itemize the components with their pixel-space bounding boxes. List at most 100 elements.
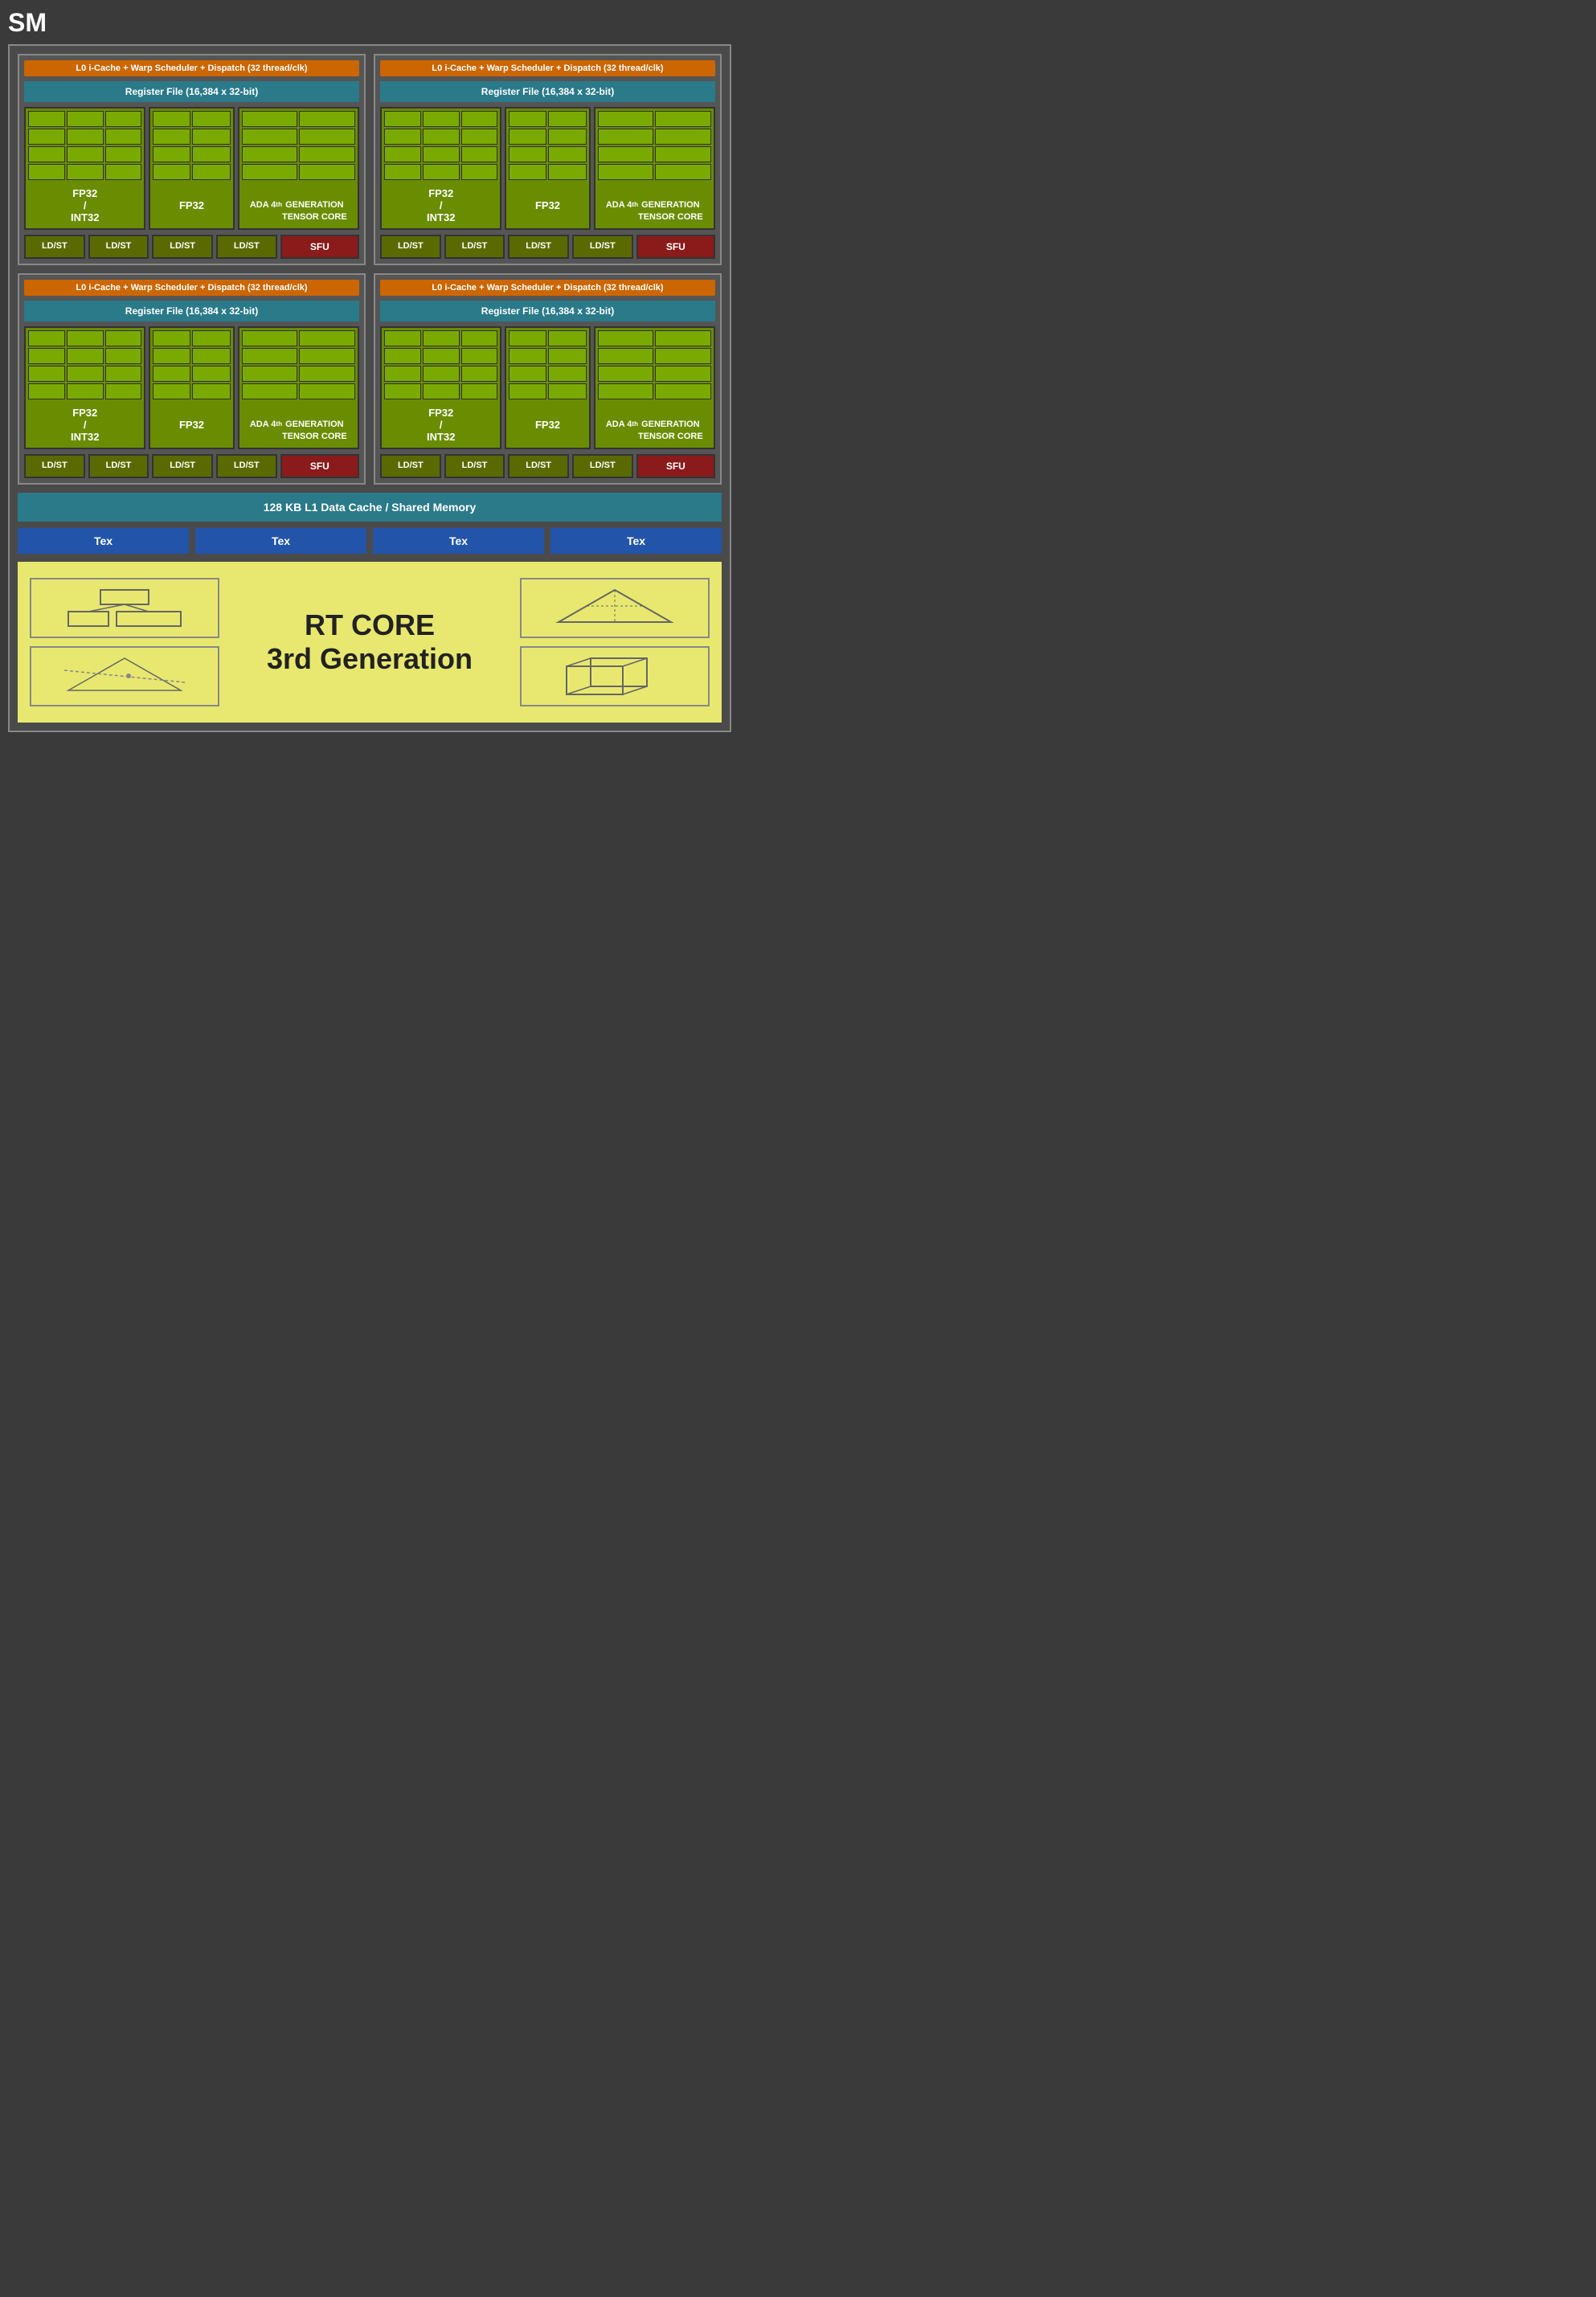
cell <box>153 164 190 180</box>
cell <box>67 366 104 382</box>
cell <box>105 129 142 145</box>
cell <box>242 111 298 127</box>
tensor-label-tr: ADA 4thGENERATIONTENSOR CORE <box>595 182 714 228</box>
fp32-int32-block-br: FP32/INT32 <box>380 326 501 449</box>
tensor-grid-br <box>595 328 714 402</box>
rt-diagrams-right <box>520 578 710 706</box>
cell <box>509 129 546 145</box>
cell <box>384 146 421 162</box>
rt-core-section: RT CORE 3rd Generation <box>18 562 722 723</box>
cell <box>598 383 654 399</box>
cell <box>655 164 711 180</box>
ldst-4-br: LD/ST <box>572 454 633 478</box>
cell <box>423 366 460 382</box>
ldst-1-br: LD/ST <box>380 454 441 478</box>
cell <box>548 383 586 399</box>
ldst-1-tr: LD/ST <box>380 235 441 259</box>
cell <box>28 111 65 127</box>
compute-section-br: FP32/INT32 FP32 <box>380 326 715 449</box>
ldst-2-br: LD/ST <box>444 454 505 478</box>
cell <box>655 146 711 162</box>
reg-file-bl: Register File (16,384 x 32-bit) <box>24 301 359 321</box>
cell <box>28 330 65 346</box>
ldst-2-tl: LD/ST <box>88 235 149 259</box>
fp32-int32-label-bl: FP32/INT32 <box>26 402 144 448</box>
tex-row: Tex Tex Tex Tex <box>18 528 722 554</box>
cell <box>192 129 230 145</box>
cell <box>105 383 142 399</box>
cell <box>299 366 355 382</box>
cell <box>423 111 460 127</box>
tensor-label-tl: ADA 4thGENERATIONTENSOR CORE <box>239 182 358 228</box>
fp32-int32-grid-br <box>382 328 500 402</box>
sfu-tr: SFU <box>636 235 715 259</box>
cell <box>384 348 421 364</box>
ldst-1-tl: LD/ST <box>24 235 85 259</box>
l0-bar-bl: L0 i-Cache + Warp Scheduler + Dispatch (… <box>24 280 359 296</box>
cell <box>153 383 190 399</box>
quadrant-bottom-left: L0 i-Cache + Warp Scheduler + Dispatch (… <box>18 273 366 485</box>
cell <box>242 366 298 382</box>
tensor-block-bl: ADA 4thGENERATIONTENSOR CORE <box>238 326 359 449</box>
cell <box>548 348 586 364</box>
cell <box>153 129 190 145</box>
ldst-1-bl: LD/ST <box>24 454 85 478</box>
cell <box>192 383 230 399</box>
sfu-br: SFU <box>636 454 715 478</box>
tensor-block-tl: ADA 4thGENERATIONTENSOR CORE <box>238 107 359 230</box>
quadrant-top-left: L0 i-Cache + Warp Scheduler + Dispatch (… <box>18 54 366 265</box>
cell <box>192 111 230 127</box>
cell <box>598 164 654 180</box>
bottom-units-bl: LD/ST LD/ST LD/ST LD/ST SFU <box>24 454 359 478</box>
cell <box>28 164 65 180</box>
sfu-tl: SFU <box>280 235 359 259</box>
cell <box>67 129 104 145</box>
reg-file-tl: Register File (16,384 x 32-bit) <box>24 81 359 102</box>
cell <box>242 330 298 346</box>
cell <box>598 330 654 346</box>
quadrant-top-right: L0 i-Cache + Warp Scheduler + Dispatch (… <box>374 54 722 265</box>
compute-section-bl: FP32/INT32 FP32 <box>24 326 359 449</box>
cell <box>67 348 104 364</box>
cell <box>598 348 654 364</box>
bottom-units-tr: LD/ST LD/ST LD/ST LD/ST SFU <box>380 235 715 259</box>
rt-diagram-svg-tl <box>60 586 189 630</box>
fp32-label-tr: FP32 <box>506 182 588 228</box>
cell <box>299 129 355 145</box>
fp32-label-br: FP32 <box>506 402 588 448</box>
tensor-block-br: ADA 4thGENERATIONTENSOR CORE <box>594 326 715 449</box>
cell <box>384 111 421 127</box>
ldst-2-bl: LD/ST <box>88 454 149 478</box>
cell <box>509 383 546 399</box>
cell <box>384 330 421 346</box>
fp32-int32-grid-bl <box>26 328 144 402</box>
l0-bar-br: L0 i-Cache + Warp Scheduler + Dispatch (… <box>380 280 715 296</box>
cell <box>153 348 190 364</box>
rt-core-line1: RT CORE <box>227 608 512 642</box>
cell <box>105 330 142 346</box>
ldst-3-bl: LD/ST <box>152 454 213 478</box>
fp32-int32-label-tr: FP32/INT32 <box>382 182 500 228</box>
l1-cache-bar: 128 KB L1 Data Cache / Shared Memory <box>18 493 722 522</box>
tex-3: Tex <box>373 528 544 554</box>
cell <box>242 348 298 364</box>
cell <box>423 330 460 346</box>
cell <box>423 129 460 145</box>
cell <box>299 348 355 364</box>
quadrants-grid: L0 i-Cache + Warp Scheduler + Dispatch (… <box>18 54 722 485</box>
cell <box>548 164 586 180</box>
cell <box>655 330 711 346</box>
cell <box>655 111 711 127</box>
fp32-int32-block-bl: FP32/INT32 <box>24 326 145 449</box>
rt-diagram-box-tl <box>30 578 219 638</box>
fp32-block-br: FP32 <box>505 326 590 449</box>
cell <box>655 366 711 382</box>
tensor-block-tr: ADA 4thGENERATIONTENSOR CORE <box>594 107 715 230</box>
cell <box>548 146 586 162</box>
fp32-int32-block-tl: FP32/INT32 <box>24 107 145 230</box>
cell <box>509 146 546 162</box>
cell <box>242 146 298 162</box>
cell <box>423 146 460 162</box>
cell <box>548 366 586 382</box>
cell <box>67 383 104 399</box>
